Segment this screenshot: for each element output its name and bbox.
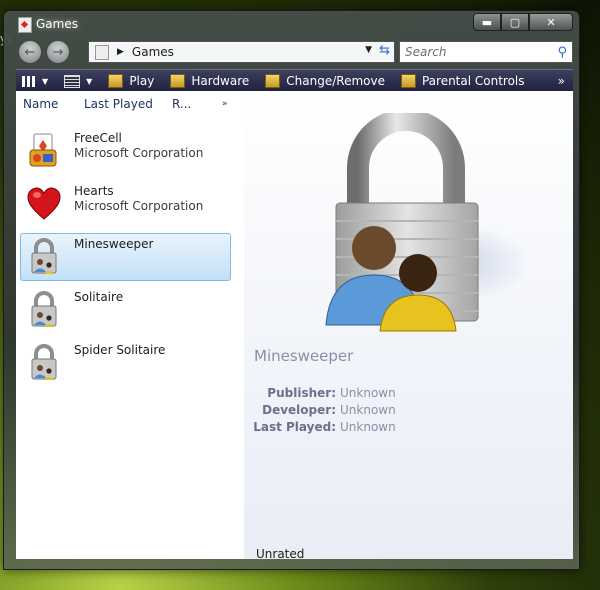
last-played-value: Unknown (340, 420, 396, 434)
navigation-bar: ← → ▶ Games ▼ ⇆ Search ⚲ (4, 38, 579, 68)
game-publisher: Microsoft Corporation (74, 146, 204, 160)
game-publisher: Microsoft Corporation (74, 199, 204, 213)
views-button[interactable]: ▼ (56, 70, 100, 92)
back-button[interactable]: ← (18, 40, 42, 64)
search-input[interactable]: Search ⚲ (399, 41, 573, 63)
list-item-hearts[interactable]: Hearts Microsoft Corporation (20, 180, 231, 228)
search-icon[interactable]: ⚲ (557, 45, 572, 60)
list-item-spider-solitaire[interactable]: Spider Solitaire (20, 339, 231, 387)
column-rating[interactable]: R... (172, 97, 191, 111)
parental-lock-large-icon (325, 113, 526, 332)
games-list: Name Last Played R... » FreeCell Microso… (16, 91, 243, 559)
selected-game-title: Minesweeper (254, 347, 354, 365)
window-title: Games (36, 17, 78, 31)
play-button[interactable]: Play (100, 70, 162, 92)
publisher-label: Publisher: (267, 386, 336, 400)
games-window: Games ▬ ▢ ✕ ← → ▶ Games ▼ ⇆ Search ⚲ ▼ ▼ (3, 10, 580, 570)
parental-lock-icon (31, 291, 57, 327)
forward-button[interactable]: → (46, 40, 70, 64)
hardware-icon (170, 74, 186, 88)
column-name[interactable]: Name (23, 97, 58, 111)
command-bar: ▼ ▼ Play Hardware Change/Remove Parental… (16, 69, 573, 92)
column-headers: Name Last Played R... » (16, 95, 243, 113)
organize-button[interactable]: ▼ (16, 70, 56, 92)
details-pane: Minesweeper Publisher: Unknown Developer… (244, 91, 573, 561)
rating-label: Unrated (256, 547, 305, 561)
parental-controls-button[interactable]: Parental Controls (393, 70, 533, 92)
back-arrow-icon: ← (24, 44, 36, 60)
game-name: Solitaire (74, 290, 124, 304)
minimize-button[interactable]: ▬ (473, 13, 501, 31)
game-name: Hearts (74, 184, 114, 198)
views-icon (64, 74, 81, 88)
freecell-icon (29, 133, 57, 167)
play-label: Play (129, 74, 155, 88)
change-remove-label: Change/Remove (286, 74, 385, 88)
content-area: Name Last Played R... » FreeCell Microso… (16, 91, 573, 561)
game-name: Spider Solitaire (74, 343, 166, 357)
views-dropdown-icon: ▼ (86, 76, 93, 86)
list-item-solitaire[interactable]: Solitaire (20, 286, 231, 334)
parental-controls-label: Parental Controls (421, 74, 525, 88)
address-dropdown-icon[interactable]: ▼ (365, 45, 372, 55)
parental-lock-icon (31, 344, 57, 380)
breadcrumb-games[interactable]: Games (132, 45, 174, 59)
organize-icon (22, 75, 36, 87)
hardware-label: Hardware (191, 74, 250, 88)
organize-dropdown-icon: ▼ (42, 76, 49, 86)
refresh-icon[interactable]: ⇆ (379, 43, 390, 58)
list-item-minesweeper[interactable]: Minesweeper (20, 233, 231, 281)
hardware-button[interactable]: Hardware (162, 70, 257, 92)
breadcrumb-separator-icon[interactable]: ▶ (117, 47, 124, 57)
caption-buttons: ▬ ▢ ✕ (473, 13, 573, 31)
games-app-icon (18, 17, 32, 33)
last-played-label: Last Played: (253, 420, 336, 434)
close-button[interactable]: ✕ (529, 13, 573, 31)
game-name: Minesweeper (74, 237, 154, 251)
game-name: FreeCell (74, 131, 122, 145)
change-remove-icon (265, 74, 281, 88)
list-item-freecell[interactable]: FreeCell Microsoft Corporation (20, 127, 231, 175)
parental-controls-icon (400, 74, 416, 88)
column-overflow[interactable]: » (222, 99, 228, 109)
search-placeholder: Search (405, 45, 447, 59)
toolbar-overflow-button[interactable]: » (550, 70, 573, 92)
developer-value: Unknown (340, 403, 396, 417)
title-bar[interactable]: Games ▬ ▢ ✕ (4, 11, 579, 37)
developer-label: Developer: (262, 403, 336, 417)
address-bar[interactable]: ▶ Games ▼ ⇆ (88, 41, 395, 63)
change-remove-button[interactable]: Change/Remove (257, 70, 393, 92)
publisher-value: Unknown (340, 386, 396, 400)
play-icon (108, 74, 124, 88)
games-folder-icon (95, 44, 109, 60)
parental-lock-icon (31, 238, 57, 274)
forward-arrow-icon: → (52, 44, 64, 60)
column-last-played[interactable]: Last Played (84, 97, 153, 111)
hearts-icon (27, 187, 61, 220)
maximize-button[interactable]: ▢ (501, 13, 529, 31)
